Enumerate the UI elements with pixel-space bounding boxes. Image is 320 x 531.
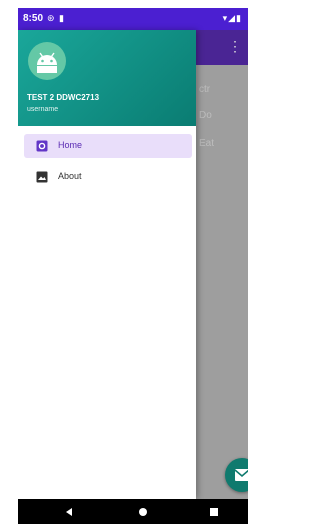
signal-battery-icons: ▾◢▮ (222, 13, 242, 23)
status-time: 8:50 (23, 13, 44, 24)
avatar (28, 42, 66, 80)
navigation-drawer: TEST 2 DDWC2713 username Home About (18, 30, 196, 499)
drawer-header-subtitle: username (27, 106, 59, 113)
home-button-icon[interactable] (138, 507, 148, 517)
menu-item-about[interactable]: About (24, 165, 192, 189)
image-icon (36, 171, 48, 183)
email-icon (234, 469, 248, 481)
menu-item-label: About (58, 171, 82, 181)
drawer-header: TEST 2 DDWC2713 username (18, 30, 196, 126)
android-icon (37, 52, 57, 73)
status-bar: 8:50 ⊛ ▮ ▾◢▮ (18, 8, 248, 30)
more-options-icon[interactable]: ⋮ (228, 38, 242, 55)
sd-card-icon: ▮ (59, 13, 64, 23)
back-icon[interactable] (64, 507, 74, 517)
drawer-header-title: TEST 2 DDWC2713 (27, 93, 100, 102)
system-navigation-bar (18, 499, 248, 524)
phone-screen: 8:50 ⊛ ▮ ▾◢▮ ⋮ ctr Do Eat TEST 2 DDWC271… (18, 8, 248, 524)
recents-icon[interactable] (209, 507, 219, 517)
background-text-line: Do (199, 110, 212, 121)
notification-icon: ⊛ (47, 13, 55, 23)
email-fab[interactable] (225, 458, 248, 492)
menu-item-label: Home (58, 140, 83, 150)
home-icon (36, 140, 48, 152)
background-text-line: ctr (199, 84, 211, 95)
background-text-line: Eat (199, 138, 215, 149)
menu-item-home[interactable]: Home (24, 134, 192, 158)
